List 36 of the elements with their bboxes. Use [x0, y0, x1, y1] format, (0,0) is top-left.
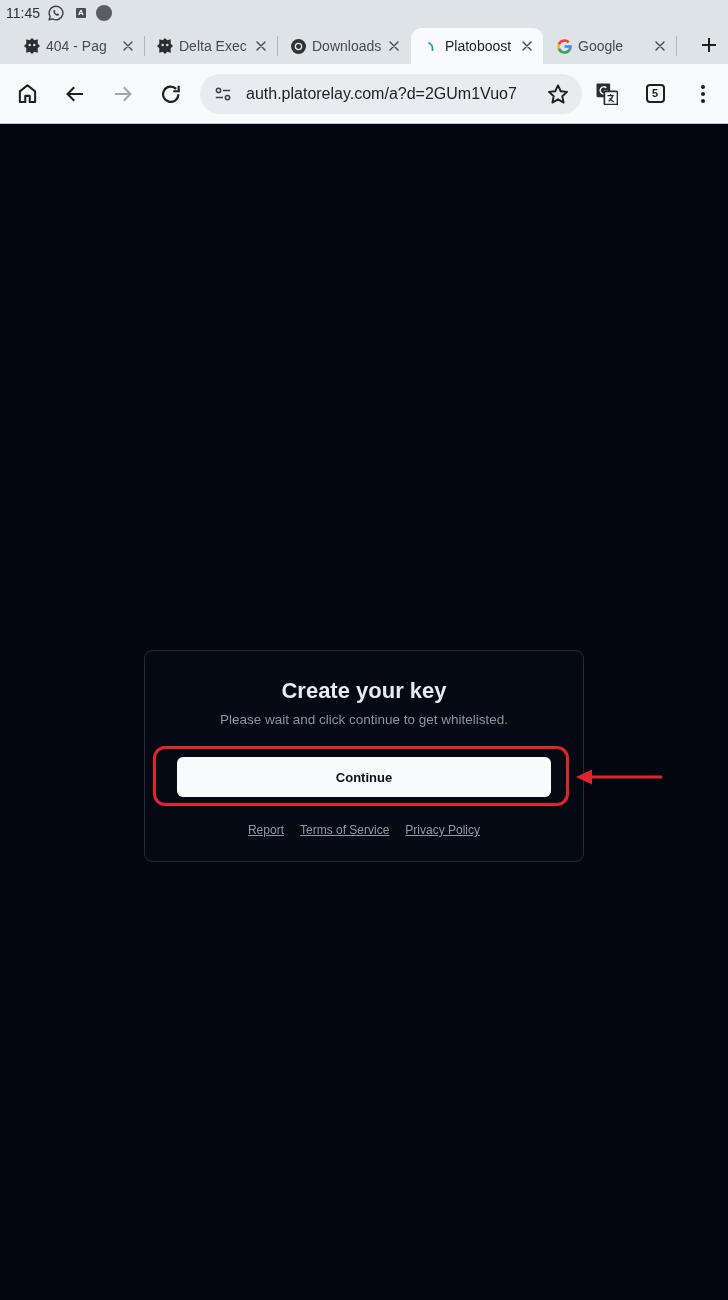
card-title: Create your key	[281, 677, 447, 705]
address-bar[interactable]: auth.platorelay.com/a?d=2GUm1Vuo7	[200, 73, 582, 114]
url-text: auth.platorelay.com/a?d=2GUm1Vuo7	[246, 83, 517, 104]
emblem-icon	[24, 38, 40, 54]
browser-tab[interactable]: Downloads	[278, 28, 410, 64]
translate-icon[interactable]	[596, 82, 618, 105]
letter-tile: A	[76, 8, 86, 18]
footer-link[interactable]: Terms of Service	[300, 822, 390, 838]
browser-tab[interactable]: Delta Exec	[145, 28, 277, 64]
browser-tab[interactable]: Google	[544, 28, 676, 64]
browser-tab[interactable]: 404 - Pag	[12, 28, 144, 64]
plus-icon[interactable]	[701, 37, 717, 53]
g-letter-icon	[556, 38, 572, 54]
close-icon[interactable]	[123, 41, 133, 51]
more-menu-icon[interactable]	[701, 84, 705, 103]
emblem-icon	[157, 38, 173, 54]
browser-tab[interactable]: Platoboost	[411, 28, 543, 64]
footer-link[interactable]: Report	[247, 822, 284, 838]
tune-icon[interactable]	[214, 84, 232, 103]
home-icon[interactable]	[17, 84, 37, 103]
status-time: 11:45	[6, 5, 40, 21]
dot-icon	[96, 5, 112, 21]
reload-icon[interactable]	[162, 84, 180, 103]
star-icon[interactable]	[548, 83, 568, 104]
close-icon[interactable]	[522, 41, 532, 51]
footer-link[interactable]: Privacy Policy	[405, 822, 481, 838]
continue-button[interactable]: Continue	[177, 757, 551, 797]
back-arrow-icon[interactable]	[66, 85, 84, 102]
tab-count-button[interactable]: 5	[645, 84, 665, 103]
card-subtitle: Please wait and click continue to get whitelisted.	[219, 711, 509, 729]
close-icon[interactable]	[256, 41, 266, 51]
close-icon[interactable]	[389, 41, 399, 51]
chat-phone-icon	[48, 5, 64, 21]
ring-icon	[290, 38, 306, 54]
spinner-icon	[428, 41, 434, 51]
close-icon[interactable]	[655, 41, 665, 51]
